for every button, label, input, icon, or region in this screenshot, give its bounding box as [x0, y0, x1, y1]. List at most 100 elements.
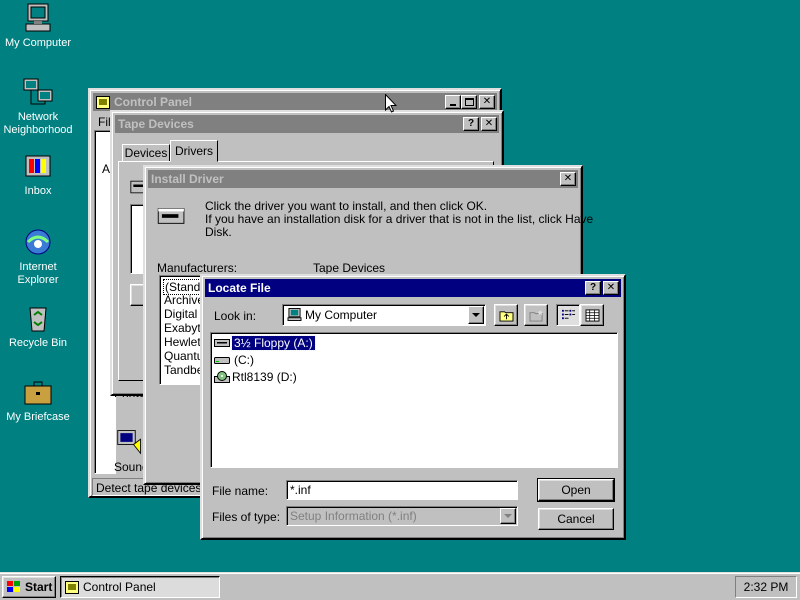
file-name-value: *.inf	[290, 483, 311, 497]
cancel-button[interactable]: Cancel	[538, 508, 614, 530]
desktop-icon-recycle-bin[interactable]: Recycle Bin	[0, 302, 76, 350]
close-button[interactable]: ✕	[560, 172, 576, 186]
new-folder-button[interactable]	[524, 304, 548, 326]
list-item[interactable]: Rtl8139 (D:)	[214, 370, 297, 384]
desktop-icon-internet-explorer[interactable]: Internet Explorer	[0, 226, 76, 287]
details-view-button[interactable]	[580, 304, 604, 326]
list-item-label: 3½ Floppy (A:)	[231, 335, 316, 351]
file-list[interactable]: 3½ Floppy (A:) (C:) Rtl8139 (D:)	[210, 332, 618, 468]
desktop-icon-my-briefcase[interactable]: My Briefcase	[0, 376, 76, 424]
desktop-icon-network-neighborhood[interactable]: Network Neighborhood	[0, 76, 76, 137]
file-name-input[interactable]: *.inf	[286, 480, 518, 500]
windows-logo-icon	[7, 581, 20, 592]
list-item[interactable]: Digital	[164, 307, 197, 321]
list-item-label: Rtl8139 (D:)	[232, 370, 297, 384]
minimize-button[interactable]	[445, 95, 461, 109]
devices-label: Tape Devices	[313, 261, 386, 275]
instruction-line-2: If you have an installation disk for a d…	[205, 212, 594, 226]
list-item[interactable]: Archive	[164, 293, 204, 307]
maximize-icon	[464, 98, 474, 106]
desktop-icon-label: Network Neighborhood	[3, 111, 73, 136]
control-panel-icon	[96, 95, 110, 109]
window-title: Install Driver	[151, 172, 224, 186]
help-button[interactable]: ?	[463, 117, 479, 131]
details-view-icon	[585, 308, 599, 322]
list-item[interactable]: Quantu	[164, 349, 203, 363]
maximize-button[interactable]	[461, 95, 477, 109]
list-view-button[interactable]	[556, 304, 580, 326]
start-button[interactable]: Start	[2, 576, 56, 598]
hard-drive-icon	[214, 357, 230, 364]
start-label: Start	[25, 580, 53, 594]
locate-file-dialog[interactable]: Locate File ? ✕ Look in: My Computer 3½ …	[200, 274, 626, 540]
look-in-select[interactable]: My Computer	[282, 304, 486, 326]
close-icon: ✕	[606, 282, 616, 293]
clock[interactable]: 2:32 PM	[744, 580, 789, 594]
tab-devices[interactable]: Devices	[122, 144, 170, 162]
window-title: Control Panel	[114, 95, 193, 109]
tab-label: Devices	[124, 146, 168, 160]
cd-drive-icon	[214, 371, 230, 383]
help-icon: ?	[589, 282, 597, 293]
desktop-icon-inbox[interactable]: Inbox	[0, 150, 76, 198]
look-in-dropdown-button[interactable]	[468, 306, 484, 324]
chevron-down-icon	[504, 514, 512, 518]
files-of-type-dropdown-button[interactable]	[500, 508, 516, 524]
window-title: Locate File	[208, 281, 271, 295]
network-icon	[23, 78, 53, 105]
close-button[interactable]: ✕	[479, 95, 495, 109]
desktop-icon-label: Recycle Bin	[8, 337, 68, 349]
file-name-label-text: File name:	[212, 484, 269, 498]
close-icon: ✕	[482, 96, 492, 107]
tape-drive-icon	[157, 208, 185, 224]
up-one-level-button[interactable]	[494, 304, 518, 326]
minimize-icon	[450, 104, 456, 106]
menu-file-fragment[interactable]: Fil	[98, 115, 111, 129]
files-of-type-value: Setup Information (*.inf)	[290, 509, 417, 523]
computer-icon	[25, 3, 51, 32]
desktop-icon-label: My Briefcase	[6, 411, 70, 423]
list-item[interactable]: Tandbe	[164, 363, 203, 377]
open-label: Open	[561, 483, 591, 497]
open-button[interactable]: Open	[537, 478, 615, 502]
look-in-label: Look in:	[214, 309, 257, 323]
desktop-icon-label: Inbox	[24, 185, 52, 197]
tab-drivers[interactable]: Drivers	[170, 140, 218, 162]
manufacturers-label: Manufacturers:	[157, 261, 238, 275]
files-of-type-label: Files of type:	[212, 510, 281, 524]
new-folder-icon	[529, 309, 543, 322]
list-item-label: (C:)	[234, 353, 254, 367]
list-item[interactable]: 3½ Floppy (A:)	[214, 335, 316, 351]
look-in-value: My Computer	[305, 308, 378, 322]
instruction-line-3: Disk.	[205, 225, 232, 239]
tape-devices-titlebar[interactable]: Tape Devices ? ✕	[115, 115, 499, 133]
list-item[interactable]: Hewlet	[164, 335, 201, 349]
folder-up-icon	[499, 310, 513, 322]
window-title: Tape Devices	[118, 117, 194, 131]
files-of-type-select[interactable]: Setup Information (*.inf)	[286, 506, 518, 526]
system-tray: 2:32 PM	[735, 576, 797, 598]
inbox-icon	[25, 155, 51, 177]
file-name-label: File name:	[212, 484, 268, 498]
install-driver-titlebar[interactable]: Install Driver ✕	[148, 170, 578, 188]
cancel-label: Cancel	[557, 512, 595, 526]
instruction-line-1: Click the driver you want to install, an…	[205, 199, 488, 213]
desktop-icon-my-computer[interactable]: My Computer	[0, 2, 76, 50]
list-item[interactable]: (C:)	[214, 353, 254, 367]
list-view-icon	[562, 309, 575, 320]
taskbar-item-control-panel[interactable]: Control Panel	[60, 576, 220, 598]
locate-file-titlebar[interactable]: Locate File ? ✕	[205, 279, 621, 297]
control-panel-titlebar[interactable]: Control Panel ✕	[93, 93, 497, 111]
taskbar: Start Control Panel 2:32 PM	[0, 572, 800, 600]
side-fragment: A	[102, 162, 111, 176]
sounds-icon	[117, 430, 141, 455]
recycle-bin-icon	[29, 307, 47, 332]
desktop-icon-label: Internet Explorer	[17, 261, 59, 286]
help-button[interactable]: ?	[585, 281, 601, 295]
control-panel-icon	[65, 580, 79, 594]
taskbar-item-label: Control Panel	[83, 580, 156, 594]
floppy-drive-icon	[214, 339, 230, 347]
briefcase-icon	[24, 381, 52, 405]
close-button[interactable]: ✕	[481, 117, 497, 131]
close-button[interactable]: ✕	[603, 281, 619, 295]
